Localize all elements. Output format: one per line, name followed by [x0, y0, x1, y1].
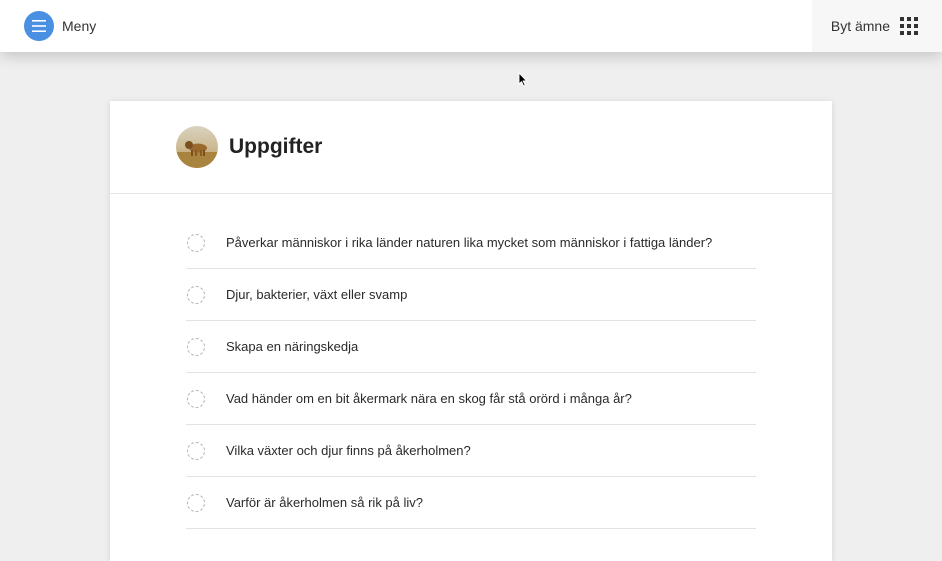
menu-button[interactable]: Meny — [24, 11, 96, 41]
task-status-circle-icon — [187, 337, 205, 356]
task-item[interactable]: Påverkar människor i rika länder naturen… — [186, 217, 756, 269]
task-item[interactable]: Vad händer om en bit åkermark nära en sk… — [186, 373, 756, 425]
task-label: Djur, bakterier, växt eller svamp — [226, 287, 408, 302]
grid-icon — [900, 17, 918, 35]
task-status-circle-icon — [187, 441, 205, 460]
task-status-circle-icon — [187, 233, 205, 252]
mouse-cursor-icon — [518, 71, 528, 92]
task-item[interactable]: Djur, bakterier, växt eller svamp — [186, 269, 756, 321]
top-bar: Meny Byt ämne — [0, 0, 942, 52]
task-item[interactable]: Varför är åkerholmen så rik på liv? — [186, 477, 756, 529]
task-status-circle-icon — [187, 493, 205, 512]
page-title: Uppgifter — [229, 135, 323, 158]
task-status-circle-icon — [187, 285, 205, 304]
task-label: Varför är åkerholmen så rik på liv? — [226, 495, 424, 510]
task-label: Vad händer om en bit åkermark nära en sk… — [226, 391, 632, 406]
hamburger-icon — [24, 11, 54, 41]
task-item[interactable]: Vilka växter och djur finns på åkerholme… — [186, 425, 756, 477]
task-label: Påverkar människor i rika länder naturen… — [226, 235, 713, 250]
card-header: Uppgifter — [110, 101, 832, 194]
tasks-card: Uppgifter Påverkar människor i rika länd… — [110, 101, 832, 561]
change-subject-label: Byt ämne — [830, 18, 890, 34]
change-subject-button[interactable]: Byt ämne — [812, 0, 942, 52]
task-label: Vilka växter och djur finns på åkerholme… — [226, 443, 471, 458]
task-status-circle-icon — [187, 389, 205, 408]
lion-avatar-icon — [176, 126, 218, 168]
menu-label: Meny — [62, 18, 97, 34]
task-item[interactable]: Skapa en näringskedja — [186, 321, 756, 373]
task-list: Påverkar människor i rika länder naturen… — [186, 217, 756, 529]
task-label: Skapa en näringskedja — [226, 339, 359, 354]
